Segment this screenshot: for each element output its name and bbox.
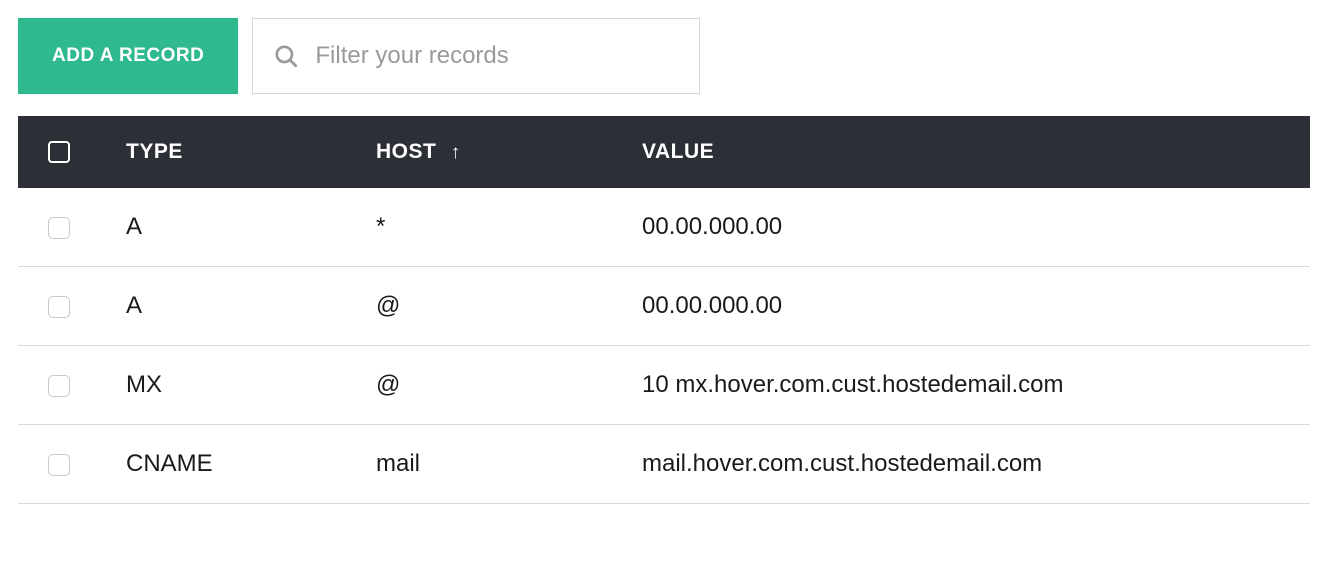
records-table: TYPE HOST ↑ VALUE A * 00.00.000.00 A @ 0… <box>18 116 1310 504</box>
cell-value: 00.00.000.00 <box>638 188 1310 267</box>
filter-container <box>252 18 700 94</box>
cell-host: @ <box>376 267 638 346</box>
toolbar: ADD A RECORD <box>18 18 1310 94</box>
cell-value: 00.00.000.00 <box>638 267 1310 346</box>
table-row[interactable]: CNAME mail mail.hover.com.cust.hostedema… <box>18 425 1310 504</box>
column-header-type[interactable]: TYPE <box>108 116 376 188</box>
row-checkbox[interactable] <box>48 217 70 239</box>
cell-type: MX <box>108 346 376 425</box>
cell-value: 10 mx.hover.com.cust.hostedemail.com <box>638 346 1310 425</box>
search-icon <box>273 43 299 69</box>
cell-host: * <box>376 188 638 267</box>
add-record-button[interactable]: ADD A RECORD <box>18 18 238 94</box>
column-header-value[interactable]: VALUE <box>638 116 1310 188</box>
cell-type: CNAME <box>108 425 376 504</box>
filter-input[interactable] <box>315 42 679 70</box>
column-header-host-label: HOST <box>376 140 436 163</box>
cell-value: mail.hover.com.cust.hostedemail.com <box>638 425 1310 504</box>
table-header-row: TYPE HOST ↑ VALUE <box>18 116 1310 188</box>
select-all-checkbox[interactable] <box>48 141 70 163</box>
sort-ascending-icon: ↑ <box>451 142 461 164</box>
row-checkbox[interactable] <box>48 296 70 318</box>
column-header-host[interactable]: HOST ↑ <box>376 116 638 188</box>
cell-host: mail <box>376 425 638 504</box>
cell-host: @ <box>376 346 638 425</box>
cell-type: A <box>108 267 376 346</box>
table-row[interactable]: A @ 00.00.000.00 <box>18 267 1310 346</box>
row-checkbox[interactable] <box>48 454 70 476</box>
row-checkbox[interactable] <box>48 375 70 397</box>
table-row[interactable]: A * 00.00.000.00 <box>18 188 1310 267</box>
cell-type: A <box>108 188 376 267</box>
table-row[interactable]: MX @ 10 mx.hover.com.cust.hostedemail.co… <box>18 346 1310 425</box>
